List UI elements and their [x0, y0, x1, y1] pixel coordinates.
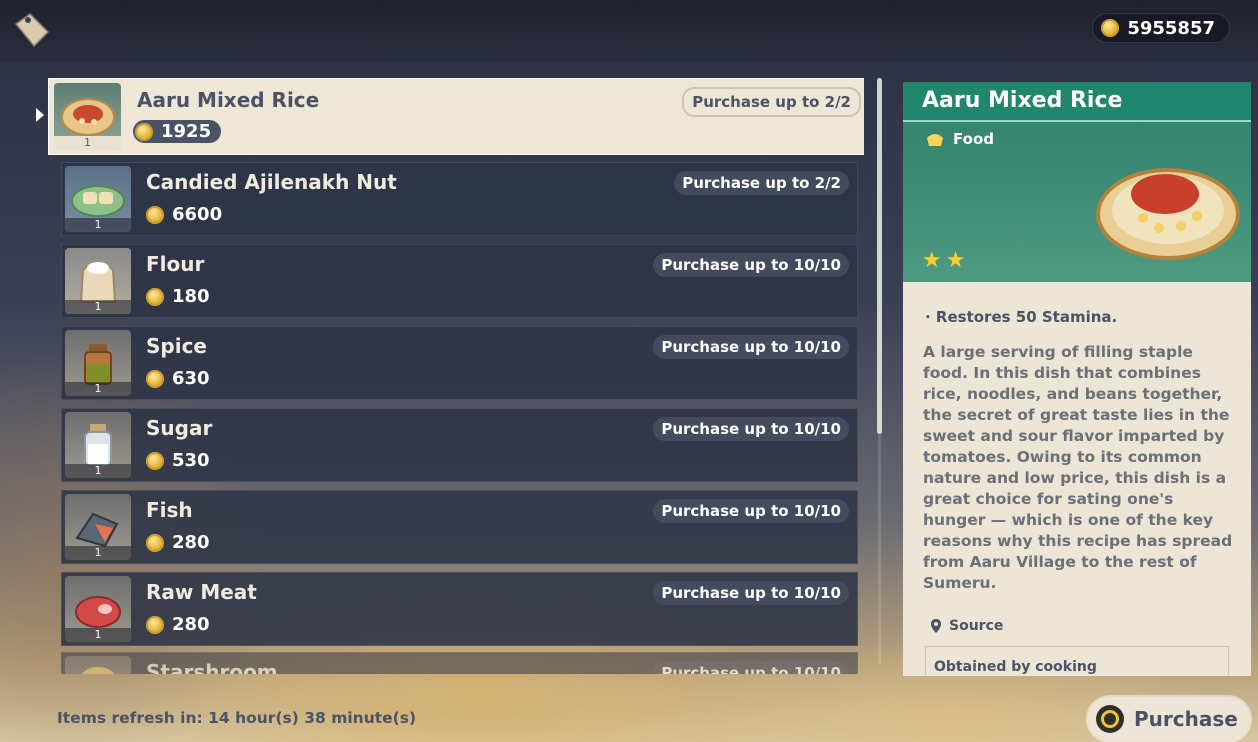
detail-source-value: Obtained by cooking [925, 646, 1229, 676]
fish-icon: 1 [65, 494, 131, 560]
starshroom-icon [65, 656, 131, 674]
mora-coin-icon [146, 287, 164, 306]
rice-dish-icon [1096, 168, 1240, 260]
item-quantity: 1 [54, 136, 121, 150]
item-price: 1925 [133, 120, 222, 143]
item-name: Flour [146, 252, 205, 276]
food-category-icon [927, 134, 943, 146]
item-price-value: 180 [172, 286, 210, 307]
item-quantity: 1 [65, 300, 131, 314]
scrollbar-thumb[interactable] [877, 78, 882, 434]
shop-item-row[interactable]: 1 Fish 280 Purchase up to 10/10 [61, 490, 858, 564]
refresh-timer: Items refresh in: 14 hour(s) 38 minute(s… [57, 709, 417, 727]
mora-coin-icon [146, 205, 164, 224]
purchase-limit-badge: Purchase up to 2/2 [674, 171, 849, 195]
mora-coin-icon [146, 451, 164, 470]
confirm-icon [1096, 705, 1124, 733]
item-price: 630 [146, 368, 210, 389]
item-price: 280 [146, 532, 210, 553]
item-name: Raw Meat [146, 580, 257, 604]
shop-item-row[interactable]: 1 Raw Meat 280 Purchase up to 10/10 [61, 572, 858, 646]
purchase-limit-badge: Purchase up to 10/10 [653, 253, 849, 277]
item-quantity: 1 [65, 628, 131, 642]
candied-nut-icon: 1 [65, 166, 131, 232]
detail-effect: · Restores 50 Stamina. [925, 308, 1118, 326]
item-name: Starshroom [146, 660, 278, 674]
item-price: 530 [146, 450, 210, 471]
item-price: 180 [146, 286, 210, 307]
item-price-value: 530 [172, 450, 210, 471]
rarity-stars: ★ ★ [922, 250, 965, 272]
star-icon: ★ [945, 248, 966, 273]
mora-coin-icon [146, 369, 164, 388]
item-price-value: 6600 [172, 204, 223, 225]
item-price-value: 630 [172, 368, 210, 389]
mora-coin-icon [146, 615, 164, 634]
shop-item-row[interactable]: 1 Aaru Mixed Rice 1925 Purchase up to 2/… [48, 78, 864, 155]
item-detail-panel: Aaru Mixed Rice Food ★ ★ · Restores 50 S… [903, 82, 1251, 676]
detail-source: Source [931, 618, 1003, 634]
mora-coin-icon [135, 122, 153, 141]
item-name: Spice [146, 334, 207, 358]
spice-jar-icon: 1 [65, 330, 131, 396]
sugar-jar-icon: 1 [65, 412, 131, 478]
item-name: Aaru Mixed Rice [137, 88, 320, 112]
currency-amount: 5955857 [1127, 17, 1215, 39]
purchase-button-label: Purchase [1134, 707, 1238, 731]
currency-display: 5955857 [1092, 13, 1230, 43]
detail-source-label: Source [949, 618, 1004, 634]
item-quantity: 1 [65, 546, 131, 560]
item-name: Sugar [146, 416, 213, 440]
location-pin-icon [931, 619, 941, 633]
purchase-limit-badge: Purchase up to 10/10 [653, 499, 849, 523]
star-icon: ★ [922, 248, 942, 273]
purchase-limit-badge: Purchase up to 2/2 [682, 87, 861, 117]
detail-header: Aaru Mixed Rice Food ★ ★ [903, 82, 1251, 282]
shop-item-list: 1 Aaru Mixed Rice 1925 Purchase up to 2/… [48, 78, 864, 674]
mora-coin-icon [1101, 19, 1120, 37]
purchase-limit-badge: Purchase up to 10/10 [653, 581, 849, 605]
item-price: 280 [146, 614, 210, 635]
price-tag-icon [14, 13, 50, 48]
purchase-button[interactable]: Purchase [1088, 697, 1250, 741]
item-quantity: 1 [65, 464, 131, 478]
item-price-value: 280 [172, 532, 210, 553]
rice-dish-icon: 1 [54, 83, 121, 150]
item-quantity: 1 [65, 382, 131, 396]
shop-item-row[interactable]: 1 Flour 180 Purchase up to 10/10 [61, 244, 858, 318]
shop-item-row[interactable]: 1 Candied Ajilenakh Nut 6600 Purchase up… [61, 162, 858, 236]
item-name: Fish [146, 498, 193, 522]
shop-item-row[interactable]: 1 Spice 630 Purchase up to 10/10 [61, 326, 858, 400]
item-quantity: 1 [65, 218, 131, 232]
detail-title: Aaru Mixed Rice [922, 88, 1123, 113]
detail-title-bar: Aaru Mixed Rice [903, 82, 1251, 122]
mora-coin-icon [146, 533, 164, 552]
item-name: Candied Ajilenakh Nut [146, 170, 397, 194]
selection-arrow-icon [36, 108, 44, 122]
purchase-limit-badge: Purchase up to 10/10 [653, 335, 849, 359]
raw-meat-icon: 1 [65, 576, 131, 642]
item-price: 6600 [146, 204, 222, 225]
detail-category-label: Food [953, 130, 994, 148]
flour-sack-icon: 1 [65, 248, 131, 314]
detail-description: A large serving of filling staple food. … [923, 343, 1233, 592]
detail-category: Food [925, 130, 994, 148]
shop-item-row[interactable]: Starshroom Purchase up to 10/10 [61, 652, 858, 674]
item-price-value: 280 [172, 614, 210, 635]
purchase-limit-badge: Purchase up to 10/10 [653, 417, 849, 441]
item-price-value: 1925 [161, 121, 212, 142]
top-bar: 5955857 [0, 0, 1258, 62]
purchase-limit-badge: Purchase up to 10/10 [653, 661, 849, 674]
shop-item-row[interactable]: 1 Sugar 530 Purchase up to 10/10 [61, 408, 858, 482]
